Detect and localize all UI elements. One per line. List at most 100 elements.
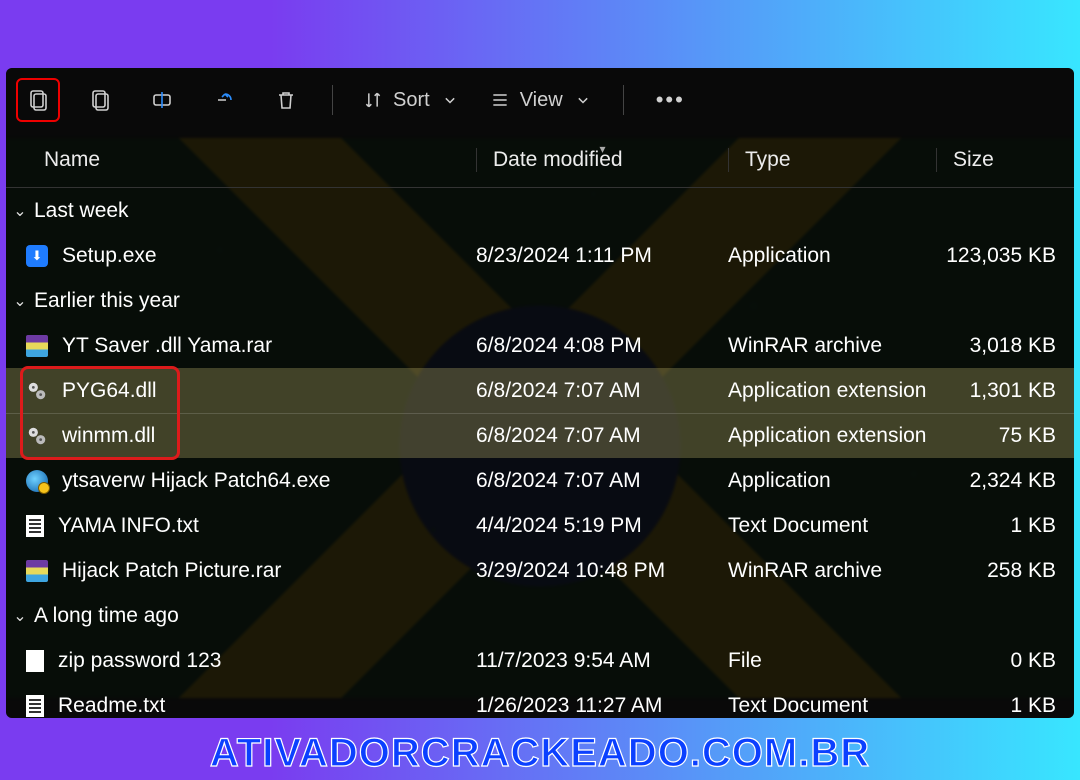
sort-label: Sort [393,89,430,112]
group-label: Last week [34,199,129,223]
file-row[interactable]: Hijack Patch Picture.rar 3/29/2024 10:48 … [6,548,1074,593]
toolbar: Sort View ••• [6,68,1074,132]
file-name: Hijack Patch Picture.rar [62,559,281,583]
file-type: Application extension [728,424,936,448]
file-size: 75 KB [936,424,1074,448]
chevron-down-icon: ⌄ [12,606,28,626]
file-size: 258 KB [936,559,1074,583]
more-button[interactable]: ••• [648,87,693,113]
dll-file-icon [26,380,48,402]
column-type[interactable]: Type [728,148,936,172]
view-list-icon [490,90,510,110]
file-file-icon [26,650,44,672]
chevron-down-icon: ⌄ [12,201,28,221]
delete-button[interactable] [264,78,308,122]
file-size: 1,301 KB [936,379,1074,403]
file-type: Application [728,469,936,493]
file-type: Text Document [728,514,936,538]
view-label: View [520,89,563,112]
file-row[interactable]: YT Saver .dll Yama.rar 6/8/2024 4:08 PMWi… [6,323,1074,368]
toolbar-separator [332,85,333,115]
file-name-cell: Readme.txt [26,694,476,718]
share-button[interactable] [202,78,246,122]
file-date: 6/8/2024 7:07 AM [476,424,728,448]
file-list: ⌄Last weekSetup.exe8/23/2024 1:11 PMAppl… [6,188,1074,718]
file-type: Application extension [728,379,936,403]
rar-file-icon [26,560,48,582]
file-date: 3/29/2024 10:48 PM [476,559,728,583]
file-date: 4/4/2024 5:19 PM [476,514,728,538]
file-explorer-window: Sort View ••• Name ▾ Date modified Type … [6,68,1074,718]
file-size: 3,018 KB [936,334,1074,358]
file-row[interactable]: Readme.txt 1/26/2023 11:27 AMText Documen… [6,683,1074,718]
setup-file-icon [26,245,48,267]
column-size-label: Size [953,148,994,172]
dll-file-icon [26,425,48,447]
file-name: Setup.exe [62,244,157,268]
chevron-down-icon [440,90,460,110]
sort-indicator-icon: ▾ [599,142,605,156]
chevron-down-icon: ⌄ [12,291,28,311]
file-size: 123,035 KB [936,244,1074,268]
file-date: 1/26/2023 11:27 AM [476,694,728,718]
file-row[interactable]: winmm.dll 6/8/2024 7:07 AMApplication ext… [6,413,1074,458]
file-name-cell: Hijack Patch Picture.rar [26,559,476,583]
chevron-down-icon [573,90,593,110]
file-name-cell: winmm.dll [26,424,476,448]
toolbar-separator [623,85,624,115]
rename-button[interactable] [140,78,184,122]
group-header[interactable]: ⌄ Last week [6,188,1074,233]
file-size: 1 KB [936,514,1074,538]
globe-file-icon [26,470,48,492]
file-date: 6/8/2024 4:08 PM [476,334,728,358]
group-header[interactable]: ⌄ A long time ago [6,593,1074,638]
file-date: 6/8/2024 7:07 AM [476,469,728,493]
file-size: 0 KB [936,649,1074,673]
column-name[interactable]: Name [6,148,476,172]
file-name: YT Saver .dll Yama.rar [62,334,272,358]
column-headers: Name ▾ Date modified Type Size [6,132,1074,188]
file-name-cell: ytsaverw Hijack Patch64.exe [26,469,476,493]
file-name: PYG64.dll [62,379,157,403]
file-date: 6/8/2024 7:07 AM [476,379,728,403]
file-size: 1 KB [936,694,1074,718]
rar-file-icon [26,335,48,357]
file-name-cell: YAMA INFO.txt [26,514,476,538]
group-header[interactable]: ⌄ Earlier this year [6,278,1074,323]
file-row[interactable]: YAMA INFO.txt 4/4/2024 5:19 PMText Docume… [6,503,1074,548]
file-name: winmm.dll [62,424,155,448]
watermark-text: ATIVADORCRACKEADO.COM.BR [0,731,1080,776]
file-name: zip password 123 [58,649,221,673]
file-name-cell: Setup.exe [26,244,476,268]
column-date[interactable]: ▾ Date modified [476,148,728,172]
column-type-label: Type [745,148,791,172]
file-date: 11/7/2023 9:54 AM [476,649,728,673]
group-label: A long time ago [34,604,179,628]
file-name-cell: YT Saver .dll Yama.rar [26,334,476,358]
file-row[interactable]: zip password 123 11/7/2023 9:54 AMFile0 K… [6,638,1074,683]
txt-file-icon [26,695,44,717]
view-dropdown[interactable]: View [484,89,599,112]
sort-dropdown[interactable]: Sort [357,89,466,112]
file-name: ytsaverw Hijack Patch64.exe [62,469,330,493]
group-label: Earlier this year [34,289,180,313]
sort-icon [363,90,383,110]
file-type: File [728,649,936,673]
file-row[interactable]: PYG64.dll 6/8/2024 7:07 AMApplication ext… [6,368,1074,413]
file-type: WinRAR archive [728,559,936,583]
file-type: WinRAR archive [728,334,936,358]
column-name-label: Name [44,148,100,172]
file-date: 8/23/2024 1:11 PM [476,244,728,268]
column-size[interactable]: Size [936,148,1074,172]
file-name: YAMA INFO.txt [58,514,199,538]
cut-button[interactable] [16,78,60,122]
file-name-cell: PYG64.dll [26,379,476,403]
file-name-cell: zip password 123 [26,649,476,673]
copy-button[interactable] [78,78,122,122]
txt-file-icon [26,515,44,537]
file-name: Readme.txt [58,694,165,718]
file-type: Application [728,244,936,268]
file-row[interactable]: ytsaverw Hijack Patch64.exe 6/8/2024 7:07… [6,458,1074,503]
file-row[interactable]: Setup.exe 8/23/2024 1:11 PMApplication123… [6,233,1074,278]
file-type: Text Document [728,694,936,718]
